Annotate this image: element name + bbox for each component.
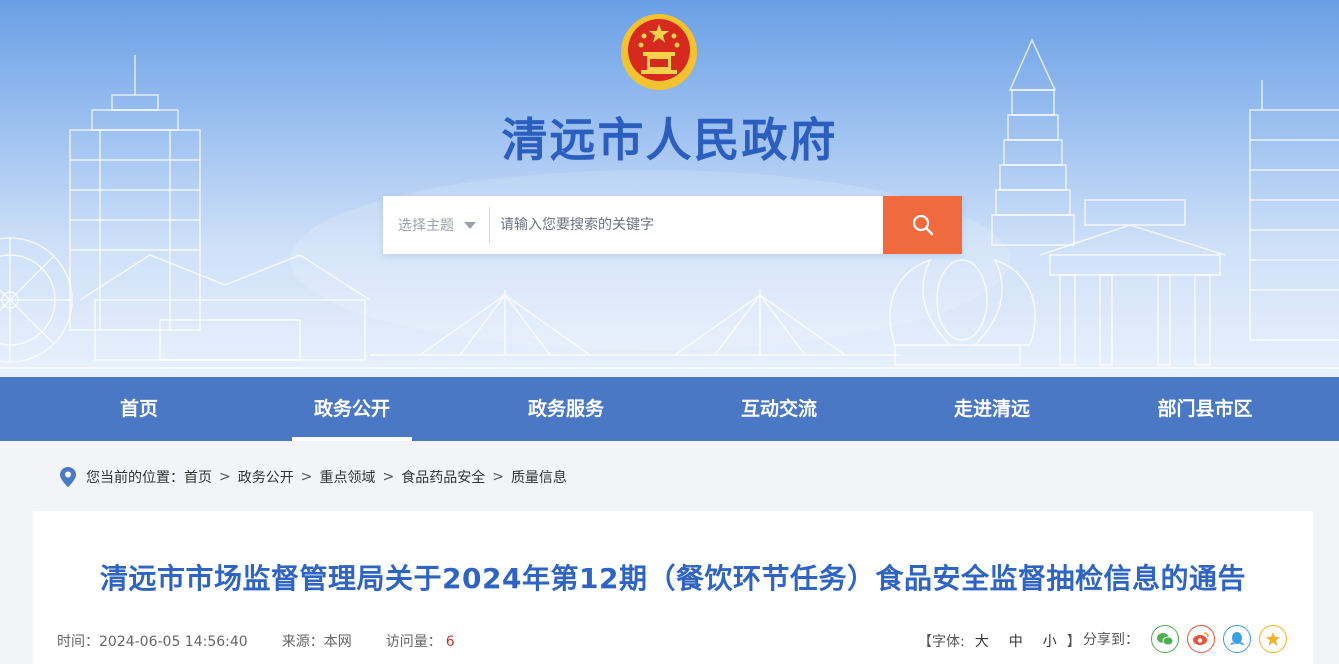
national-emblem-icon: [621, 14, 697, 90]
breadcrumb-item-key-areas[interactable]: 重点领域: [319, 467, 375, 487]
nav-item-interaction[interactable]: 互动交流: [719, 377, 839, 441]
nav-item-departments[interactable]: 部门县市区: [1145, 377, 1265, 441]
publish-time: 时间：2024-06-05 14:56:40: [57, 631, 248, 651]
article-title: 清远市市场监督管理局关于2024年第12期（餐饮环节任务）食品安全监督抽检信息的…: [100, 562, 1246, 595]
publish-time-value: 2024-06-05 14:56:40: [99, 634, 248, 650]
source-value: 本网: [323, 634, 352, 650]
publish-time-label: 时间：: [57, 634, 99, 650]
qzone-icon[interactable]: [1259, 625, 1287, 653]
font-size-control: 【字体: 大 中 小 】: [918, 631, 1081, 651]
topic-select[interactable]: 选择主题: [383, 196, 489, 254]
caret-down-icon: [464, 221, 476, 229]
topic-select-label: 选择主题: [398, 218, 454, 234]
main-nav: 首页 政务公开 政务服务 互动交流 走进清远 部门县市区: [0, 377, 1339, 441]
nav-item-home[interactable]: 首页: [79, 377, 199, 441]
weibo-icon[interactable]: [1187, 625, 1215, 653]
breadcrumb-separator: >: [382, 469, 395, 485]
share-bar: 分享到：: [1083, 625, 1295, 653]
search-button[interactable]: [883, 196, 962, 254]
font-size-large[interactable]: 大: [975, 631, 989, 651]
font-size-small[interactable]: 小: [1043, 631, 1057, 651]
wechat-icon[interactable]: [1151, 625, 1179, 653]
location-pin-icon: [60, 467, 76, 487]
visit-count-value: 6: [445, 634, 455, 650]
breadcrumb: 您当前的位置： 首页 > 政务公开 > 重点领域 > 食品药品安全 > 质量信息: [60, 466, 567, 488]
share-label: 分享到：: [1083, 632, 1139, 648]
site-title: 清远市人民政府: [501, 113, 838, 167]
nav-item-government-services[interactable]: 政务服务: [506, 377, 626, 441]
search-bar: 选择主题: [383, 196, 962, 254]
breadcrumb-item-government-affairs[interactable]: 政务公开: [238, 467, 294, 487]
nav-item-about-qingyuan[interactable]: 走进清远: [932, 377, 1052, 441]
article-meta: 时间：2024-06-05 14:56:40 来源：本网 访问量： 6: [57, 631, 489, 651]
article-card: 清远市市场监督管理局关于2024年第12期（餐饮环节任务）食品安全监督抽检信息的…: [33, 511, 1313, 664]
search-input[interactable]: [490, 196, 883, 254]
breadcrumb-item-quality-info[interactable]: 质量信息: [511, 467, 567, 487]
breadcrumb-item-food-drug-safety[interactable]: 食品药品安全: [401, 467, 485, 487]
breadcrumb-item-home[interactable]: 首页: [184, 467, 212, 487]
breadcrumb-separator: >: [219, 469, 231, 485]
font-size-medium[interactable]: 中: [1009, 631, 1023, 651]
font-size-label: 【字体:: [918, 634, 965, 650]
breadcrumb-prefix: 您当前的位置：: [86, 470, 184, 486]
breadcrumb-separator: >: [492, 469, 504, 485]
breadcrumb-separator: >: [300, 469, 313, 485]
qq-icon[interactable]: [1223, 625, 1251, 653]
source: 来源：本网: [282, 631, 352, 651]
visit-count-label: 访问量：: [385, 634, 442, 650]
header-banner: 清远市人民政府 选择主题: [0, 0, 1339, 377]
font-size-close: 】: [1066, 634, 1081, 650]
search-icon: [912, 214, 933, 236]
nav-item-government-affairs[interactable]: 政务公开: [292, 377, 412, 441]
source-label: 来源：: [281, 634, 324, 650]
visit-count: 访问量： 6: [386, 631, 455, 651]
